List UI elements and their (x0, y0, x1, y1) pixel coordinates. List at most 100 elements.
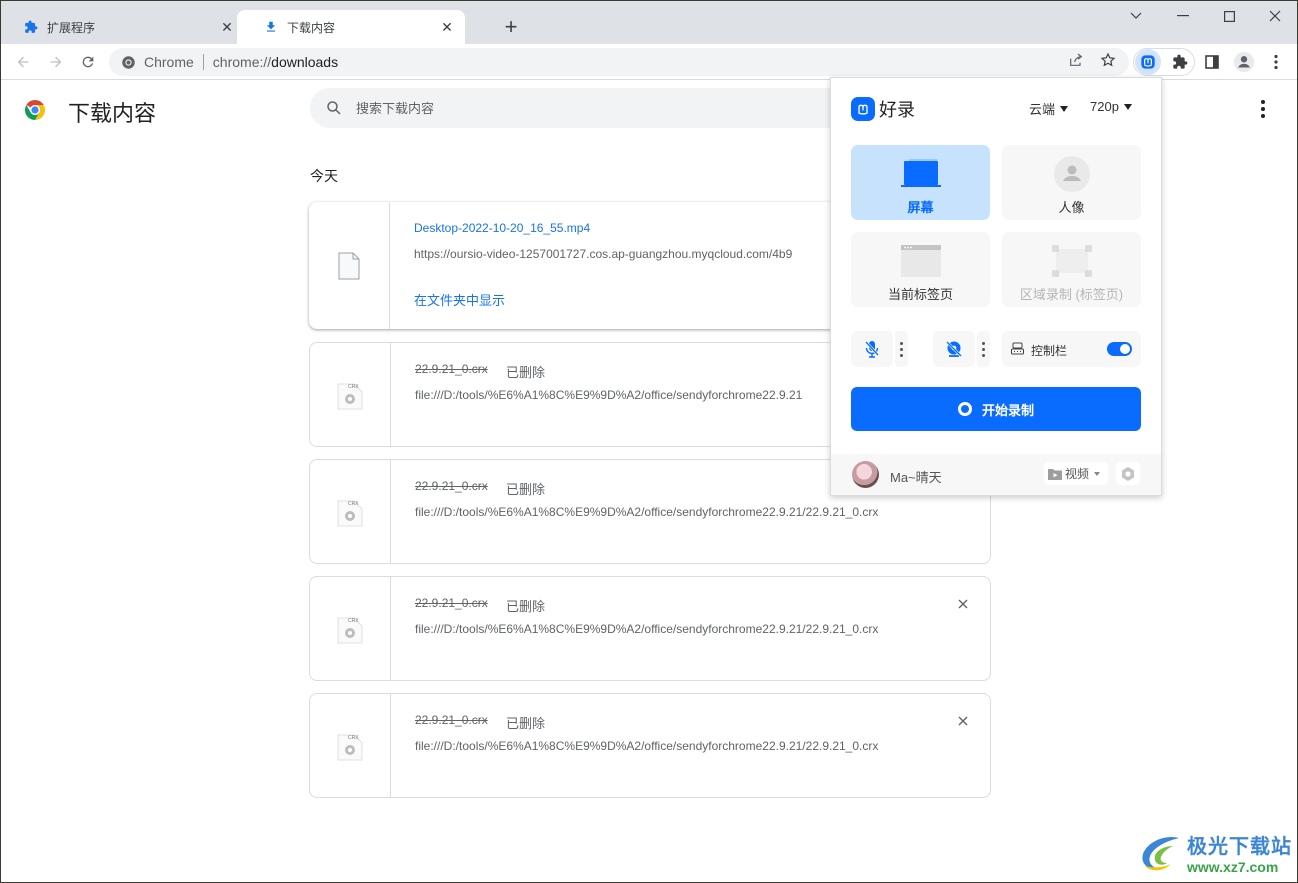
share-icon (1070, 53, 1083, 66)
bookmark-button[interactable] (1098, 50, 1118, 70)
camera-off-icon (946, 341, 962, 357)
caret-down-icon (1060, 105, 1069, 112)
close-window-button[interactable] (1252, 1, 1297, 31)
download-icon-column: CRX (310, 343, 391, 446)
mode-label: 区域录制 (标签页) (1019, 287, 1124, 302)
more-dot (900, 347, 903, 351)
maximize-button[interactable] (1206, 1, 1252, 31)
omnibox-separator (202, 54, 204, 70)
download-filename: 22.9.21_0.crx (415, 596, 488, 610)
more-dot (982, 341, 985, 345)
close-tab-icon[interactable]: ✕ (219, 19, 235, 35)
minimize-icon (1177, 15, 1189, 17)
extensions-button[interactable] (1168, 50, 1192, 74)
caret-down-icon (1123, 103, 1132, 110)
download-icon-column: CRX (310, 694, 391, 797)
side-panel-button[interactable] (1200, 50, 1224, 74)
more-dot (982, 353, 985, 357)
date-header: 今天 (310, 168, 338, 184)
page-more-button[interactable] (1253, 97, 1273, 121)
new-tab-button[interactable]: + (499, 15, 523, 39)
popup-brand: 好录 (851, 96, 915, 122)
crx-file-icon: CRX (337, 383, 363, 409)
search-downloads[interactable] (310, 88, 870, 128)
toolbar: Chrome chrome://downloads (1, 44, 1297, 80)
mode-portrait[interactable]: 人像 (1002, 145, 1141, 220)
download-filename: 22.9.21_0.crx (415, 479, 488, 493)
share-button[interactable] (1066, 50, 1086, 70)
star-icon (1100, 52, 1116, 67)
tab-downloads[interactable]: 下载内容 ✕ (237, 10, 465, 44)
more-dot (900, 353, 903, 357)
reload-button[interactable] (75, 49, 101, 75)
more-dot (1261, 100, 1265, 104)
haolu-icon (1141, 55, 1155, 69)
show-in-folder-link[interactable]: 在文件夹中显示 (414, 290, 505, 309)
download-filename-link[interactable]: Desktop-2022-10-20_16_55.mp4 (414, 221, 590, 235)
microphone-toggle[interactable] (851, 331, 893, 367)
video-folder-icon (1048, 468, 1062, 480)
avatar[interactable] (852, 461, 879, 488)
camera-options-button[interactable] (977, 331, 990, 367)
remove-download-button[interactable] (954, 712, 972, 730)
back-button[interactable] (10, 49, 36, 75)
region-select-icon (1051, 244, 1093, 278)
camera-toggle[interactable] (933, 331, 975, 367)
minimize-button[interactable] (1160, 1, 1206, 31)
mic-off-icon (865, 341, 879, 358)
reload-icon (82, 56, 94, 68)
crx-file-icon: CRX (337, 500, 363, 526)
profile-button[interactable] (1232, 50, 1256, 74)
close-tab-icon[interactable]: ✕ (439, 19, 455, 35)
download-url[interactable]: file:///D:/tools/%E6%A1%8C%E9%9D%A2/offi… (415, 739, 878, 753)
download-url[interactable]: file:///D:/tools/%E6%A1%8C%E9%9D%A2/offi… (415, 388, 802, 402)
forward-button[interactable] (43, 49, 69, 75)
video-library-dropdown[interactable]: 视频 (1044, 462, 1108, 485)
xz7-logo-icon (1142, 836, 1179, 870)
download-item: CRX 22.9.21_0.crx 已删除 file:///D:/tools/%… (309, 693, 991, 798)
start-recording-button[interactable]: 开始录制 (851, 387, 1141, 431)
more-dot (1261, 114, 1265, 118)
settings-button[interactable] (1116, 462, 1140, 485)
close-icon (1269, 10, 1281, 22)
mode-current-tab[interactable]: 当前标签页 (851, 232, 990, 307)
url-host: chrome:// (212, 54, 272, 70)
brand-name: 好录 (879, 100, 915, 120)
profile-icon (1233, 51, 1255, 73)
microphone-options-button[interactable] (895, 331, 908, 367)
download-url[interactable]: file:///D:/tools/%E6%A1%8C%E9%9D%A2/offi… (415, 505, 878, 519)
download-icon (263, 19, 279, 35)
resolution-dropdown[interactable]: 720p (1090, 99, 1132, 114)
storage-dropdown[interactable]: 云端 (1029, 99, 1069, 118)
control-bar-toggle[interactable] (1107, 342, 1132, 356)
side-panel-icon (1205, 55, 1219, 69)
more-vert-icon (1274, 54, 1278, 70)
svg-text:CRX: CRX (348, 501, 359, 507)
more-dot (900, 341, 903, 345)
browser-tab-icon (900, 244, 942, 278)
download-status: 已删除 (506, 482, 546, 497)
download-url[interactable]: https://oursio-video-1257001727.cos.ap-g… (414, 247, 792, 261)
close-icon (958, 599, 968, 609)
tab-search-button[interactable] (1113, 1, 1159, 31)
download-url[interactable]: file:///D:/tools/%E6%A1%8C%E9%9D%A2/offi… (415, 622, 878, 636)
address-bar[interactable]: Chrome chrome://downloads (109, 48, 1129, 76)
chrome-menu-button[interactable] (1264, 50, 1288, 74)
tab-extensions[interactable]: 扩展程序 ✕ (9, 10, 245, 44)
watermark-name: 极光下载站 (1187, 836, 1292, 858)
person-icon (1053, 156, 1090, 192)
mode-label: 当前标签页 (887, 287, 953, 302)
watermark: 极光下载站 www.xz7.com (1139, 830, 1292, 875)
control-bar-icon (1011, 342, 1024, 355)
remove-download-button[interactable] (954, 595, 972, 613)
chrome-logo (25, 100, 45, 120)
search-input[interactable] (356, 100, 756, 116)
mode-screen[interactable]: 屏幕 (851, 145, 990, 220)
haolu-extension-button[interactable] (1135, 49, 1161, 75)
mode-label: 人像 (1058, 200, 1085, 215)
file-icon (338, 252, 360, 279)
tab-label: 扩展程序 (47, 20, 96, 35)
tab-strip: 扩展程序 ✕ 下载内容 ✕ + (1, 1, 1297, 44)
svg-text:CRX: CRX (348, 618, 359, 624)
mode-region-tab[interactable]: 区域录制 (标签页) (1002, 232, 1141, 307)
